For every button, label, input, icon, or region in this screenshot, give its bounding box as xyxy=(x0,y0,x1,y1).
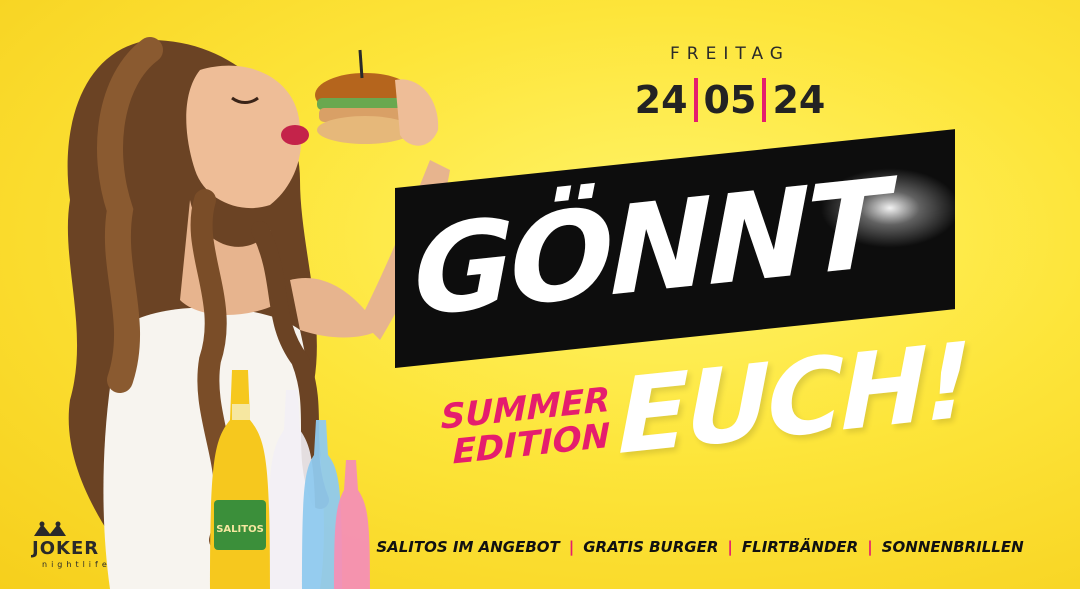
feature-separator: | xyxy=(727,538,733,556)
brand-tagline: nightlife xyxy=(42,560,111,569)
date-separator-2 xyxy=(762,78,767,122)
features-list: SALITOS IM ANGEBOT | GRATIS BURGER | FLI… xyxy=(340,532,1060,562)
event-day: FREITAG xyxy=(670,44,790,64)
event-date: 24 05 24 xyxy=(612,70,848,130)
jester-hat-icon xyxy=(34,521,66,536)
feature-item: FLIRTBÄNDER xyxy=(741,538,859,556)
feature-item: SONNENBRILLEN xyxy=(881,538,1024,556)
feature-item: SALITOS IM ANGEBOT xyxy=(376,538,560,556)
date-day: 24 xyxy=(634,78,688,122)
date-separator-1 xyxy=(693,78,698,122)
joker-logo: JOKER nightlife xyxy=(28,520,148,570)
feature-item: GRATIS BURGER xyxy=(583,538,719,556)
bottle-label: SALITOS xyxy=(216,524,264,535)
feature-separator: | xyxy=(568,538,575,556)
feature-separator: | xyxy=(867,538,873,556)
event-flyer: SALITOS FREITAG 24 05 24 GÖNNT EUCH! SUM… xyxy=(0,0,1080,589)
date-month: 05 xyxy=(703,78,757,122)
date-year: 24 xyxy=(772,78,826,122)
brand-name: JOKER xyxy=(32,538,100,559)
